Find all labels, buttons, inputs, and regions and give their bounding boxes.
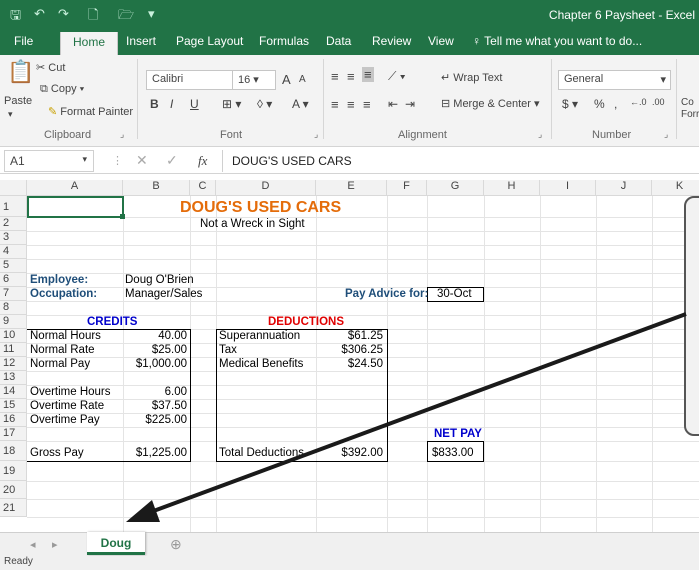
add-sheet-icon[interactable]: ⊕: [170, 536, 182, 553]
scroll-right-icon[interactable]: ▸: [52, 538, 58, 551]
status-bar: Ready: [0, 556, 699, 570]
status-text: Ready: [4, 556, 33, 567]
annotation-arrow: [126, 312, 687, 522]
scroll-left-icon[interactable]: ◂: [30, 538, 36, 551]
sheet-tab-bar: ◂ ▸ Doug ⊕: [0, 532, 699, 556]
sheet-tab-doug[interactable]: Doug: [87, 532, 145, 555]
